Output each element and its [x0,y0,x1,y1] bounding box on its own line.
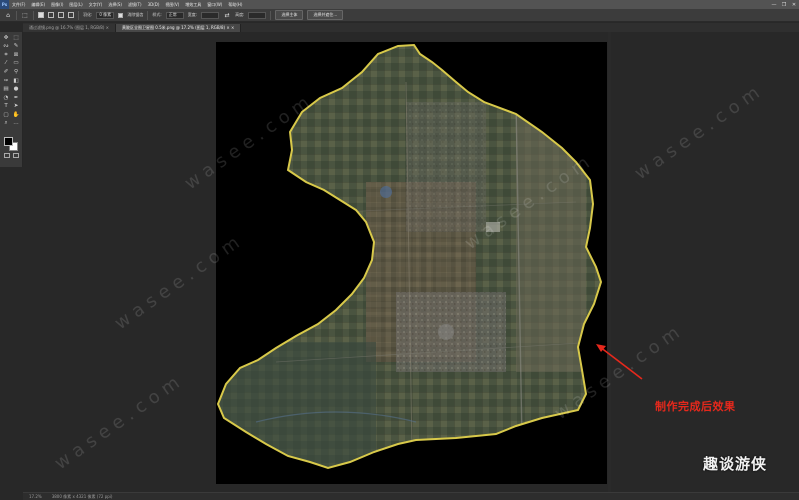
subtract-from-selection-icon[interactable] [58,12,64,18]
select-subject-button[interactable]: 选择主体 [275,10,304,20]
menu-edit[interactable]: 编辑(E) [28,2,48,8]
vertical-scrollbar[interactable] [608,32,611,492]
add-to-selection-icon[interactable] [48,12,54,18]
style-select[interactable]: 正常 [165,11,184,19]
menu-filter[interactable]: 滤镜(T) [125,2,145,8]
menu-window[interactable]: 窗口(W) [204,2,225,8]
menu-help[interactable]: 帮助(H) [225,2,245,8]
separator [78,10,79,20]
swap-icon[interactable]: ⇄ [223,11,231,19]
height-input[interactable] [248,11,267,19]
antialias-label: 消除锯齿 [127,12,144,17]
menu-view[interactable]: 视图(V) [162,2,182,8]
document-tabs: 通过滤镜.png @ 16.7% (图层 1, RGB/8) × 黄陂区全图卫星… [23,23,799,32]
menu-plugins[interactable]: 增效工具 [182,2,204,8]
blur-tool-icon[interactable]: ● [11,86,21,95]
zoom-tool-icon[interactable]: ⌕ [1,120,11,129]
options-bar: ⌂ ⬚ 羽化: 0 像素 消除锯齿 样式: 正常 宽度: ⇄ 高度: 选择主体 … [0,9,799,22]
pen-tool-icon[interactable]: ✒ [11,94,21,103]
select-and-mask-button[interactable]: 选择并遮住... [307,10,344,20]
watermark-text: w a s e e . c o m [631,82,764,184]
menu-3d[interactable]: 3D(D) [145,2,163,7]
menu-bar: Ps 文件(F) 编辑(E) 图像(I) 图层(L) 文字(Y) 选择(S) 滤… [0,0,799,9]
feather-label: 羽化: [83,12,93,17]
menu-file[interactable]: 文件(F) [9,2,28,8]
more-tools-icon[interactable]: … [11,120,21,129]
frame-tool-icon[interactable]: ⊠ [11,51,21,60]
marquee-preset-icon[interactable]: ⬚ [21,11,29,19]
annotation-label: 制作完成后效果 [655,400,736,413]
menu-select[interactable]: 选择(S) [105,2,125,8]
hand-tool-icon[interactable]: ✋ [11,111,21,120]
rectangle-tool-icon[interactable]: ▢ [1,111,11,120]
close-icon[interactable]: ✕ [789,0,799,9]
zoom-level[interactable]: 17.2% [29,494,42,499]
intersect-selection-icon[interactable] [68,12,74,18]
home-icon[interactable]: ⌂ [4,11,12,19]
color-swatches[interactable] [4,137,22,153]
quick-mask-controls [4,153,22,163]
style-label: 样式: [152,12,162,17]
quick-mask-icon[interactable] [4,153,10,158]
document-info: 3800 像素 x 4321 像素 (72 ppi) [51,493,113,499]
tab-document-1[interactable]: 通过滤镜.png @ 16.7% (图层 1, RGB/8) × [23,24,117,32]
marquee-tool-icon[interactable]: ⬚ [11,34,21,43]
document-canvas[interactable] [216,42,607,484]
status-bar: 17.2% 3800 像素 x 4321 像素 (72 ppi) [23,492,799,500]
crop-tool-icon[interactable]: ⌗ [1,51,11,60]
watermark-text: w a s e e . c o m [51,372,184,474]
screen-mode-icon[interactable] [13,153,19,158]
antialias-checkbox[interactable] [118,12,124,18]
gradient-tool-icon[interactable]: ▤ [1,86,11,95]
width-input[interactable] [201,11,220,19]
dodge-tool-icon[interactable]: ◔ [1,94,11,103]
width-label: 宽度: [187,12,198,17]
eraser-tool-icon[interactable]: ◧ [11,77,21,86]
clone-stamp-tool-icon[interactable]: ⚲ [11,68,21,77]
separator [147,10,149,20]
path-select-tool-icon[interactable]: ➤ [11,103,21,112]
photoshop-logo-icon[interactable]: Ps [0,0,9,9]
annotation-arrow-icon [596,344,643,380]
window-controls: — ❐ ✕ [769,0,799,9]
site-logo: 趣谈游侠 [703,455,768,473]
height-label: 高度: [235,12,245,17]
healing-brush-tool-icon[interactable]: ▭ [11,60,21,69]
new-selection-icon[interactable] [38,12,44,18]
satellite-map-image [216,42,607,484]
tab-document-2[interactable]: 黄陂区全图卫星图 0.5米.png @ 17.2% (图层 1, RGB/8) … [116,24,242,32]
separator [16,10,17,20]
feather-input[interactable]: 0 像素 [96,11,115,19]
lasso-tool-icon[interactable]: ᔓ [1,43,11,52]
eyedropper-tool-icon[interactable]: ⁄ [1,60,11,69]
menu-type[interactable]: 文字(Y) [86,2,106,8]
brush-tool-icon[interactable]: ✐ [1,68,11,77]
move-tool-icon[interactable]: ✥ [1,34,11,43]
minimize-icon[interactable]: — [769,0,779,9]
menu-image[interactable]: 图像(I) [48,2,66,8]
history-brush-tool-icon[interactable]: ✑ [1,77,11,86]
quick-select-tool-icon[interactable]: ✎ [11,43,21,52]
menu-layer[interactable]: 图层(L) [66,2,85,8]
separator [33,10,34,20]
type-tool-icon[interactable]: T [1,103,11,112]
restore-icon[interactable]: ❐ [779,0,789,9]
separator [270,10,272,20]
foreground-color-swatch[interactable] [4,137,13,146]
